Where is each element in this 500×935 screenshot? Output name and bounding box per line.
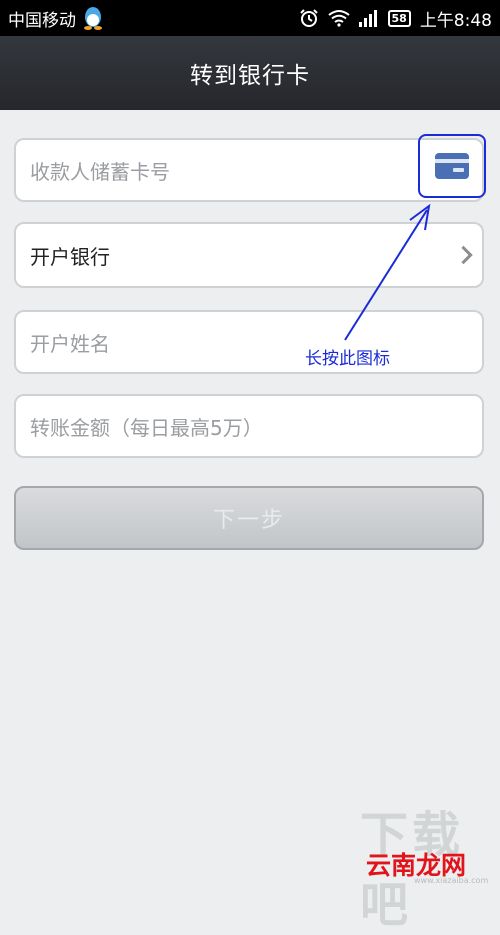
annotation-text: 长按此图标 [305,349,390,369]
watermark-url: www.xiazaiba.com [414,876,489,885]
annotation-arrow [344,203,431,341]
